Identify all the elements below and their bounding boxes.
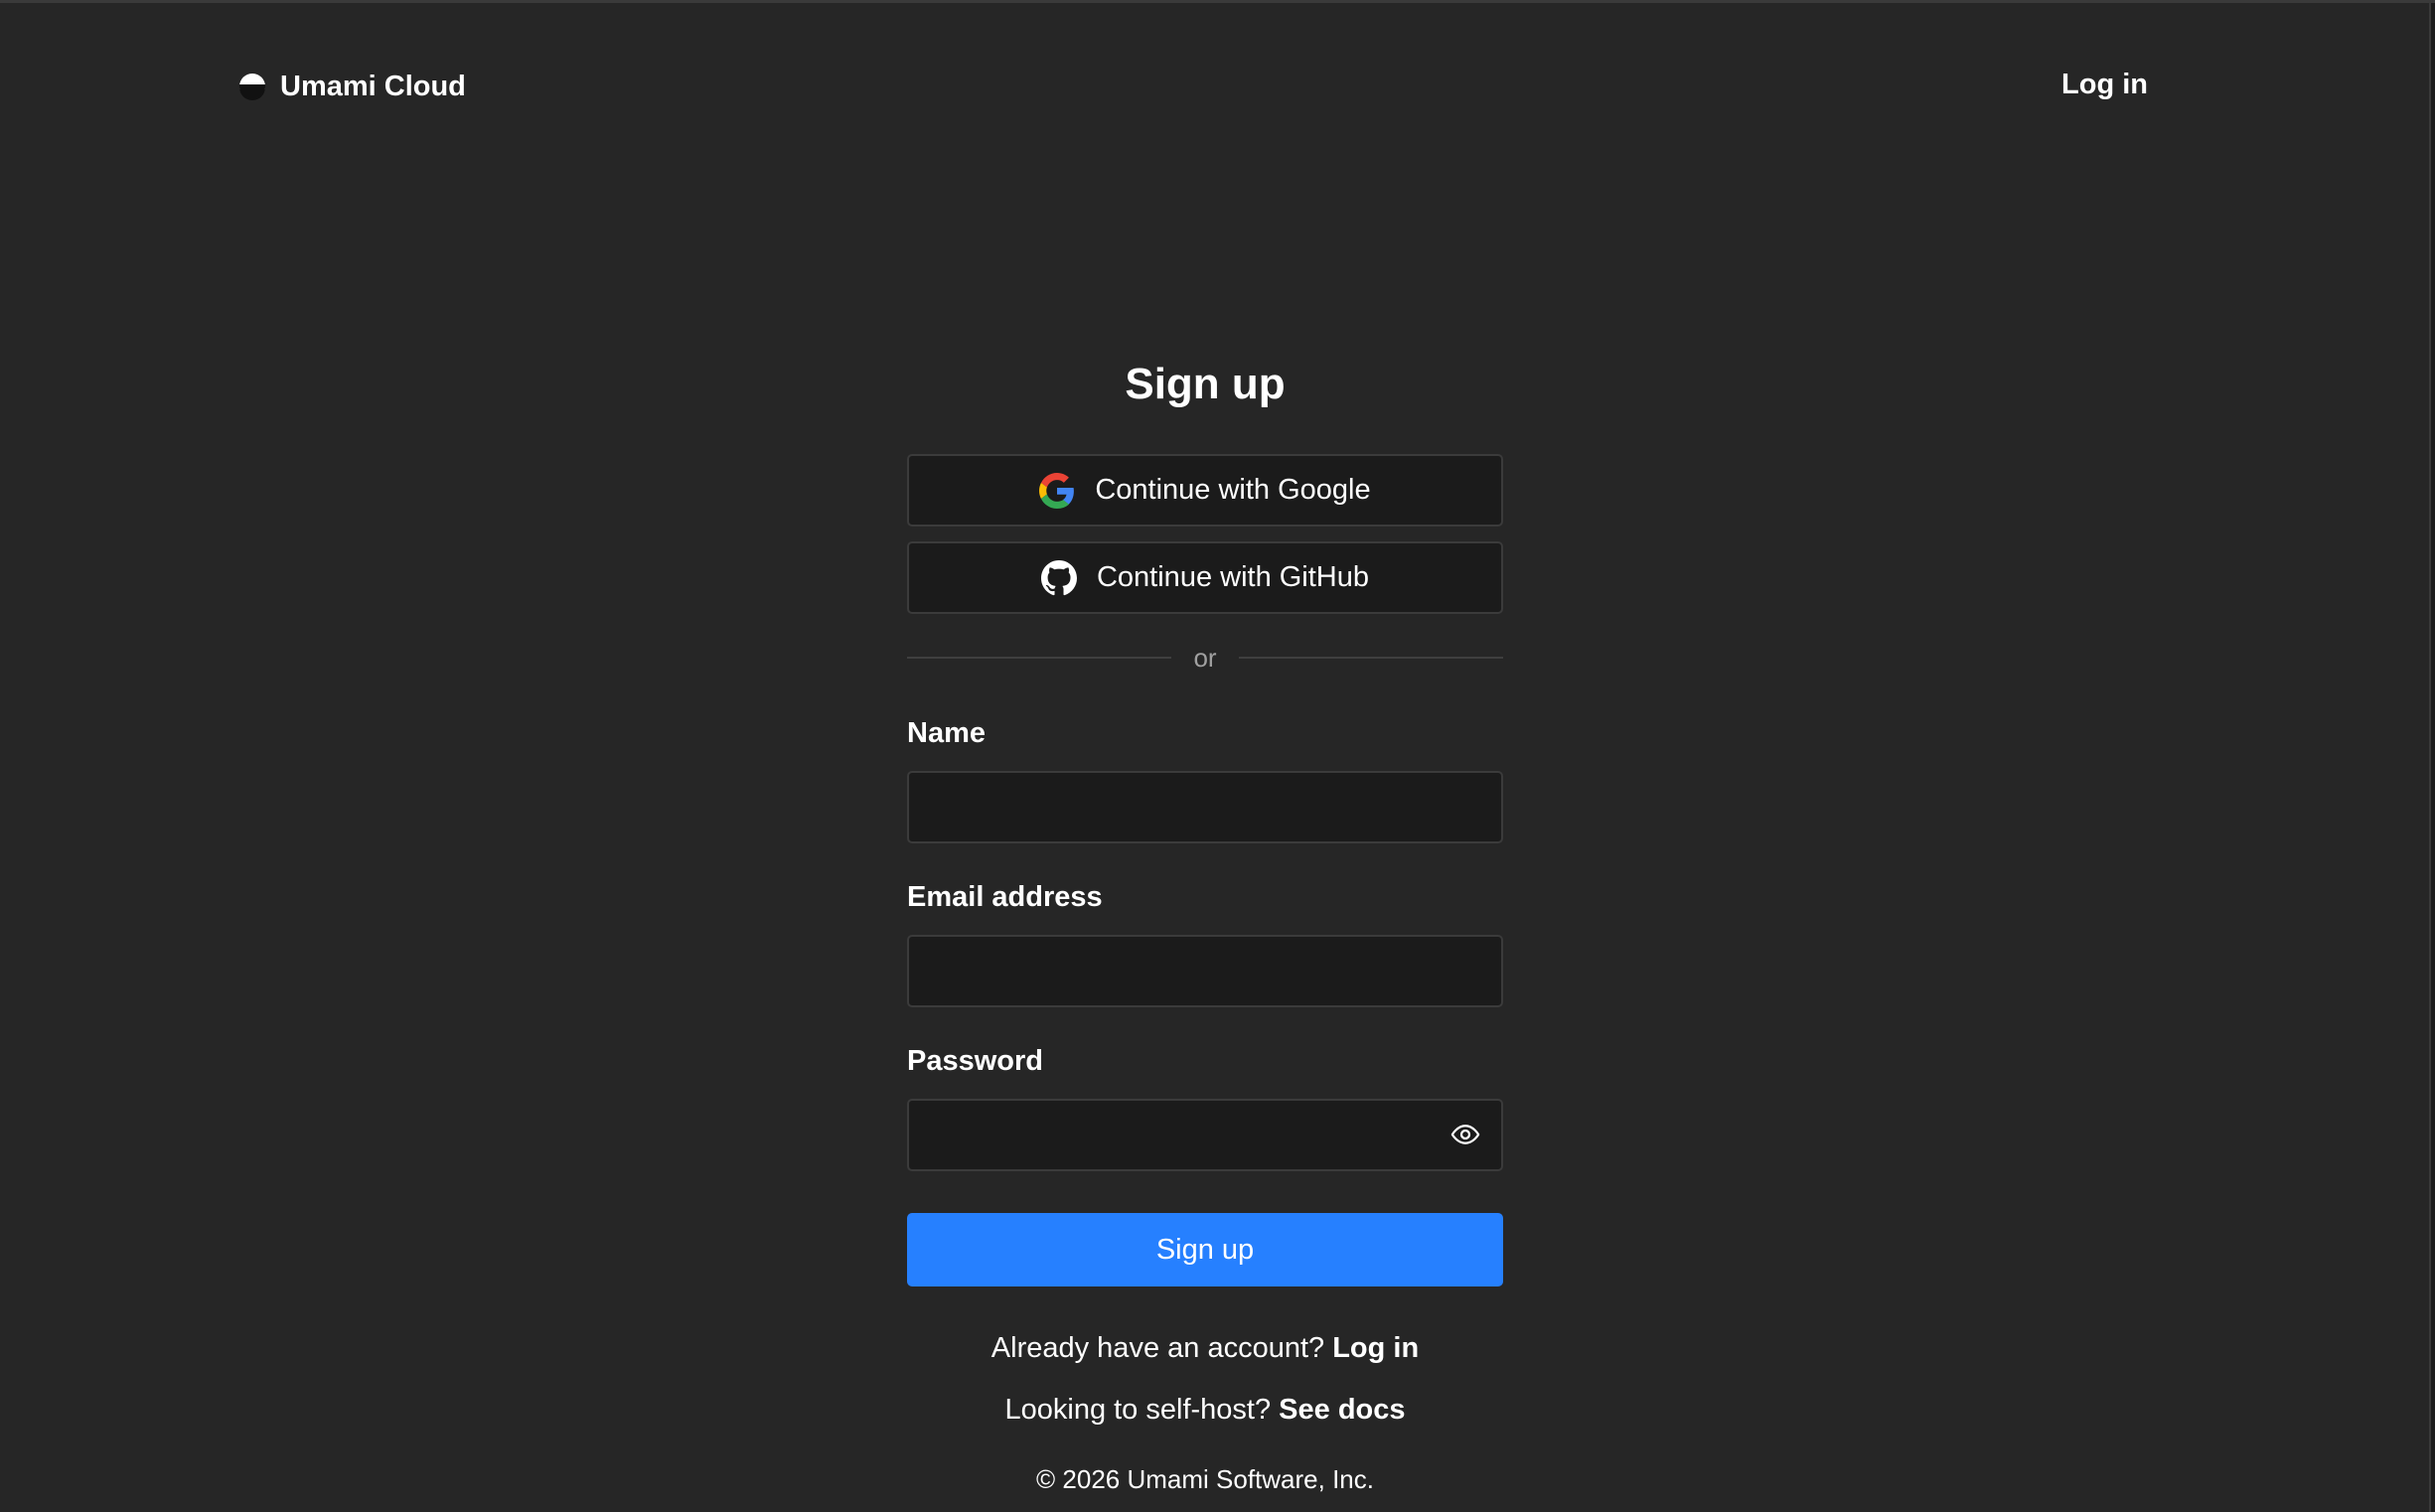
umami-logo-icon	[239, 74, 265, 100]
divider-line-left	[907, 657, 1172, 659]
signup-form: Sign up Continue with Google Continue wi…	[907, 351, 1503, 1497]
login-prompt-text: Already have an account?	[990, 1332, 1325, 1364]
copyright: © 2026 Umami Software, Inc.	[1036, 1464, 1374, 1494]
email-field-group: Email address	[907, 877, 1503, 1007]
password-input[interactable]	[907, 1099, 1503, 1171]
sign-up-button[interactable]: Sign up	[907, 1213, 1503, 1286]
email-input[interactable]	[907, 935, 1503, 1007]
header-login-link[interactable]: Log in	[2061, 65, 2148, 104]
page-title: Sign up	[1125, 360, 1286, 408]
name-field-group: Name	[907, 713, 1503, 843]
name-label: Name	[907, 717, 986, 749]
window-edge	[2429, 3, 2435, 1512]
google-icon	[1039, 472, 1075, 509]
top-bar: Umami Cloud Log in	[0, 3, 2435, 162]
divider-text: or	[1193, 642, 1217, 673]
password-label: Password	[907, 1045, 1043, 1077]
email-label: Email address	[907, 881, 1103, 913]
show-password-toggle[interactable]	[1447, 1117, 1483, 1152]
password-field-group: Password	[907, 1041, 1503, 1171]
continue-with-github-button[interactable]: Continue with GitHub	[907, 541, 1503, 614]
footer-login-link[interactable]: Log in	[1332, 1332, 1419, 1364]
name-input[interactable]	[907, 771, 1503, 843]
see-docs-link[interactable]: See docs	[1279, 1394, 1405, 1426]
app-window: Umami Cloud Log in Sign up Continue with…	[0, 0, 2435, 1512]
brand[interactable]: Umami Cloud	[238, 67, 466, 106]
login-prompt: Already have an account? Log in	[907, 1326, 1503, 1370]
eye-icon	[1450, 1125, 1480, 1144]
continue-with-google-button[interactable]: Continue with Google	[907, 454, 1503, 527]
divider-line-right	[1238, 657, 1503, 659]
brand-name: Umami Cloud	[280, 70, 466, 102]
or-divider: or	[907, 638, 1503, 678]
google-button-label: Continue with Google	[1095, 474, 1371, 506]
github-button-label: Continue with GitHub	[1096, 561, 1370, 593]
password-wrapper	[907, 1099, 1503, 1171]
selfhost-prompt: Looking to self-host? See docs	[907, 1388, 1503, 1432]
selfhost-prompt-text: Looking to self-host?	[1004, 1394, 1272, 1426]
github-icon	[1040, 559, 1077, 595]
